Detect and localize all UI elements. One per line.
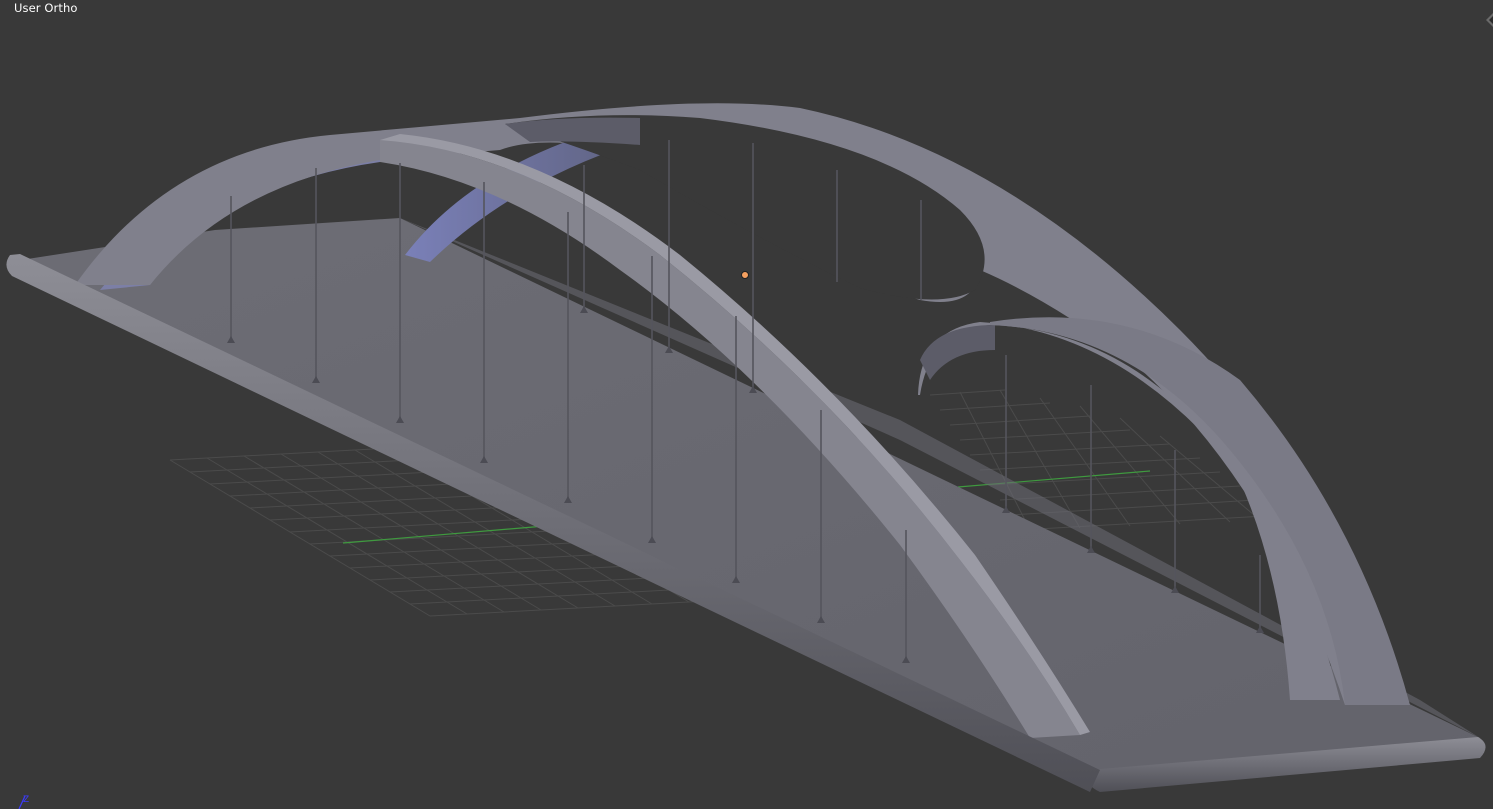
bridge-opening-lower-rim: [920, 325, 995, 380]
view-label: User Ortho: [14, 1, 78, 15]
viewport-scene: [6, 103, 1486, 792]
object-origin-icon[interactable]: [741, 271, 749, 279]
axis-z-icon: Z: [14, 790, 34, 809]
region-split-corner-icon[interactable]: [1486, 12, 1493, 27]
axis-z-label: Z: [23, 795, 29, 805]
floor-grid-x-axis: [342, 525, 546, 544]
3d-viewport[interactable]: User Ortho Z: [0, 0, 1493, 809]
